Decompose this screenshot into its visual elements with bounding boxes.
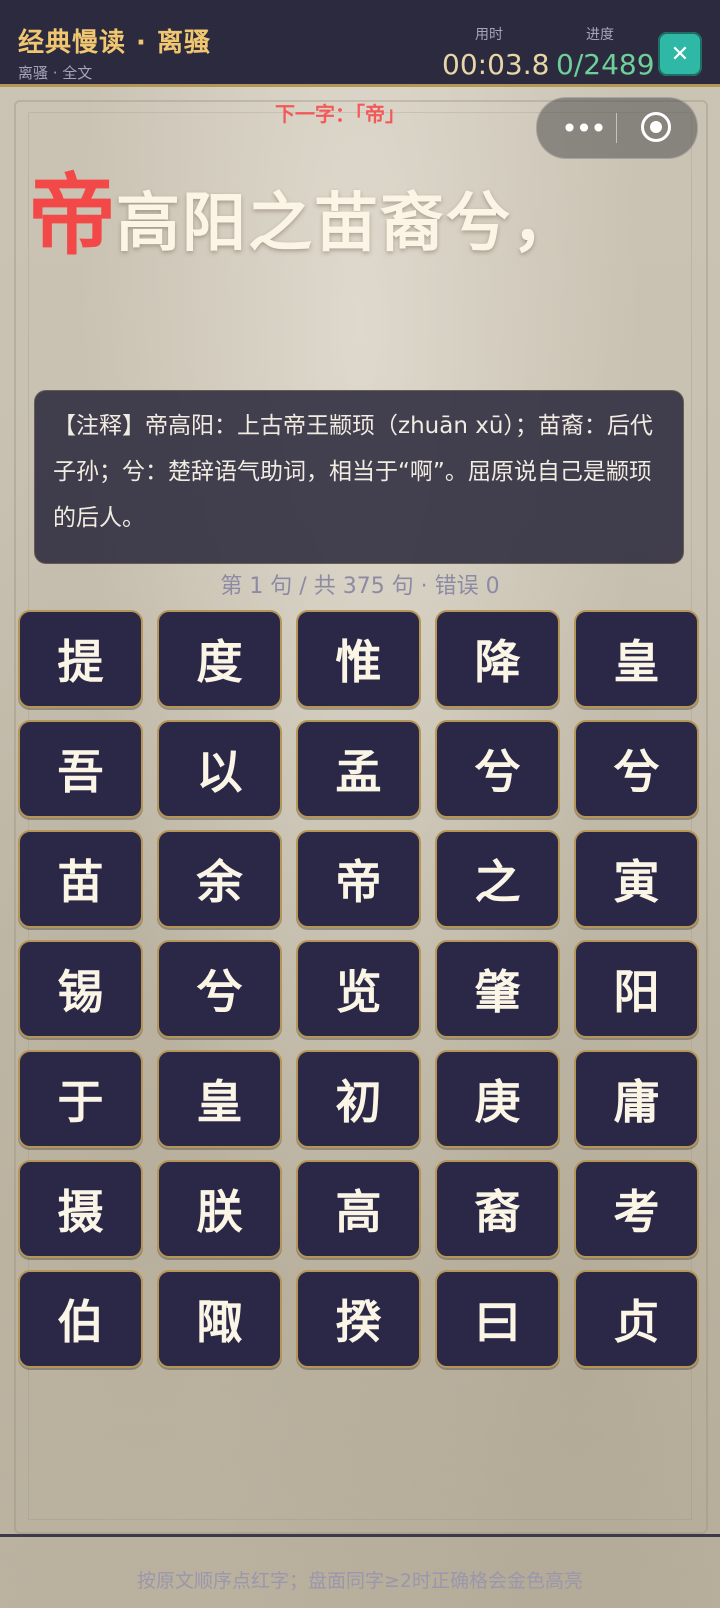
char-tile[interactable]: 苗: [18, 830, 143, 928]
char-tile[interactable]: 兮: [157, 940, 282, 1038]
char-tile[interactable]: 降: [435, 610, 560, 708]
char-tile[interactable]: 孟: [296, 720, 421, 818]
character-grid: 提 度 惟 降 皇 吾 以 孟 兮 兮 苗 余 帝 之 寅 锡 兮 览 肇 阳 …: [18, 610, 706, 1368]
time-label: 用时: [475, 27, 503, 43]
char-tile[interactable]: 寅: [574, 830, 699, 928]
char-tile[interactable]: 锡: [18, 940, 143, 1038]
char-tile[interactable]: 余: [157, 830, 282, 928]
char-tile[interactable]: 于: [18, 1050, 143, 1148]
char-tile[interactable]: 兮: [435, 720, 560, 818]
timer-value: 00:03.8: [442, 48, 550, 81]
char-tile[interactable]: 初: [296, 1050, 421, 1148]
annotation-box: 【注释】帝高阳：上古帝王颛顼（zhuān xū）；苗裔：后代子孙；兮：楚辞语气助…: [34, 390, 684, 564]
char-tile[interactable]: 提: [18, 610, 143, 708]
verse-highlight-char: 帝: [28, 164, 117, 267]
top-bar: 经典慢读 · 离骚 离骚 · 全文 用时 00:03.8 进度 0/2489 ✕: [0, 0, 720, 87]
char-tile[interactable]: 贞: [574, 1270, 699, 1368]
char-tile[interactable]: 高: [296, 1160, 421, 1258]
char-tile[interactable]: 伯: [18, 1270, 143, 1368]
char-tile[interactable]: 皇: [157, 1050, 282, 1148]
char-tile[interactable]: 惟: [296, 610, 421, 708]
app-title: 经典慢读 · 离骚: [18, 28, 211, 58]
char-tile[interactable]: 庸: [574, 1050, 699, 1148]
annotation-text: 【注释】帝高阳：上古帝王颛顼（zhuān xū）；苗裔：后代子孙；兮：楚辞语气助…: [53, 413, 653, 531]
char-tile[interactable]: 揆: [296, 1270, 421, 1368]
char-tile[interactable]: 曰: [435, 1270, 560, 1368]
char-tile[interactable]: 吾: [18, 720, 143, 818]
verse-remaining-text: 高阳之苗裔兮，: [116, 187, 579, 261]
char-tile[interactable]: 肇: [435, 940, 560, 1038]
char-tile[interactable]: 之: [435, 830, 560, 928]
char-tile[interactable]: 摄: [18, 1160, 143, 1258]
breadcrumb: 离骚 · 全文: [18, 64, 93, 82]
close-icon: ✕: [670, 41, 690, 67]
next-character-hint: 下一字：「帝」: [275, 102, 405, 126]
progress-value: 0/2489: [556, 48, 655, 81]
footer-instruction: 按原文顺序点红字；盘面同字≥2时正确格会金色高亮: [136, 1570, 583, 1592]
verse-line: 帝高阳之苗裔兮，: [28, 160, 578, 280]
char-tile[interactable]: 朕: [157, 1160, 282, 1258]
char-tile[interactable]: 考: [574, 1160, 699, 1258]
char-tile[interactable]: 裔: [435, 1160, 560, 1258]
char-tile[interactable]: 阳: [574, 940, 699, 1038]
bottom-divider: [0, 1534, 720, 1537]
sentence-status: 第 1 句 / 共 375 句 · 错误 0: [220, 574, 500, 599]
char-tile[interactable]: 陬: [157, 1270, 282, 1368]
char-tile[interactable]: 兮: [574, 720, 699, 818]
char-tile[interactable]: 帝: [296, 830, 421, 928]
char-tile[interactable]: 皇: [574, 610, 699, 708]
close-button[interactable]: ✕: [658, 32, 702, 76]
char-tile[interactable]: 览: [296, 940, 421, 1038]
char-tile[interactable]: 以: [157, 720, 282, 818]
char-tile[interactable]: 度: [157, 610, 282, 708]
progress-label: 进度: [586, 27, 614, 43]
char-tile[interactable]: 庚: [435, 1050, 560, 1148]
